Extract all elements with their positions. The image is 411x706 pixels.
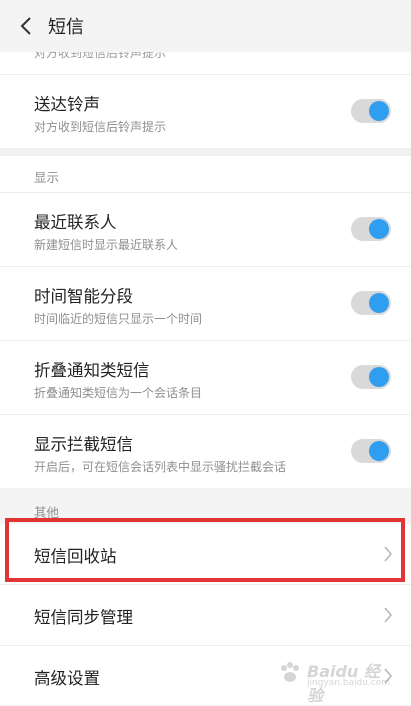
notification-card: 对方收到短信后铃声提示 送达铃声 对方收到短信后铃声提示 [0, 52, 411, 148]
setting-title: 最近联系人 [34, 213, 117, 232]
delivery-ringtone-toggle[interactable] [351, 99, 391, 123]
toggle-knob [369, 101, 389, 121]
back-button[interactable] [6, 0, 46, 52]
chevron-right-icon [384, 607, 392, 623]
nav-item-advanced-settings[interactable]: 高级设置 [0, 646, 411, 705]
toggle-knob [369, 293, 389, 313]
fold-notifications-toggle[interactable] [351, 365, 391, 389]
nav-item-label: 短信回收站 [34, 547, 117, 566]
setting-row-show-blocked[interactable]: 显示拦截短信 开启后，可在短信会话列表中显示骚扰拦截会话 [0, 415, 411, 488]
setting-subtitle: 开启后，可在短信会话列表中显示骚扰拦截会话 [34, 460, 287, 474]
section-header-display: 显示 [0, 156, 411, 193]
chevron-left-icon [20, 17, 31, 35]
partially-visible-subtitle: 对方收到短信后铃声提示 [34, 52, 167, 60]
nav-item-sync-management[interactable]: 短信同步管理 [0, 585, 411, 646]
setting-title: 送达铃声 [34, 95, 100, 114]
section-label: 显示 [34, 170, 60, 185]
page-title: 短信 [48, 17, 84, 38]
nav-item-label: 短信同步管理 [34, 608, 133, 627]
setting-subtitle: 时间临近的短信只显示一个时间 [34, 312, 203, 326]
chevron-right-icon [384, 668, 392, 684]
smart-time-grouping-toggle[interactable] [351, 291, 391, 315]
toggle-knob [369, 219, 389, 239]
display-card: 显示 最近联系人 新建短信时显示最近联系人 时间智能分段 时间临近的短信只显示一… [0, 156, 411, 488]
chevron-right-icon [384, 546, 392, 562]
nav-item-label: 高级设置 [34, 669, 100, 688]
setting-row-delivery-ringtone[interactable]: 送达铃声 对方收到短信后铃声提示 [0, 75, 411, 148]
setting-title: 折叠通知类短信 [34, 361, 150, 380]
section-header-other: 其他 [0, 488, 411, 524]
setting-subtitle: 新建短信时显示最近联系人 [34, 238, 179, 252]
toggle-knob [369, 441, 389, 461]
settings-list: 对方收到短信后铃声提示 送达铃声 对方收到短信后铃声提示 显示 最近联系人 新建… [0, 52, 411, 705]
setting-subtitle: 对方收到短信后铃声提示 [34, 120, 167, 134]
setting-subtitle: 折叠通知类短信为一个会话条目 [34, 386, 203, 400]
setting-row-smart-time-grouping[interactable]: 时间智能分段 时间临近的短信只显示一个时间 [0, 267, 411, 341]
recent-contacts-toggle[interactable] [351, 217, 391, 241]
setting-row-fold-notifications[interactable]: 折叠通知类短信 折叠通知类短信为一个会话条目 [0, 341, 411, 415]
setting-title: 显示拦截短信 [34, 435, 133, 454]
nav-item-recycle-bin[interactable]: 短信回收站 [0, 524, 411, 585]
partially-visible-row: 对方收到短信后铃声提示 [0, 52, 411, 75]
toggle-knob [369, 367, 389, 387]
setting-title: 时间智能分段 [34, 287, 133, 306]
section-divider [0, 148, 411, 156]
setting-row-recent-contacts[interactable]: 最近联系人 新建短信时显示最近联系人 [0, 193, 411, 267]
section-label: 其他 [34, 505, 60, 520]
app-header: 短信 [0, 0, 411, 52]
show-blocked-toggle[interactable] [351, 439, 391, 463]
